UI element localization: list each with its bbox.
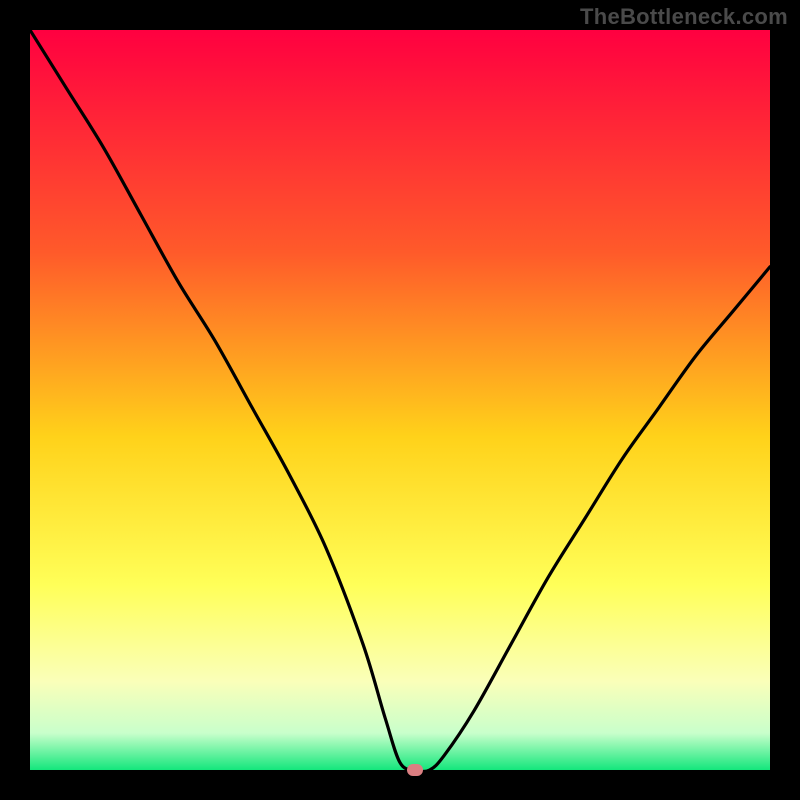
chart-svg (30, 30, 770, 770)
optimal-point-marker (407, 764, 423, 776)
plot-area (30, 30, 770, 770)
chart-frame: TheBottleneck.com (0, 0, 800, 800)
gradient-background (30, 30, 770, 770)
watermark-text: TheBottleneck.com (580, 4, 788, 30)
